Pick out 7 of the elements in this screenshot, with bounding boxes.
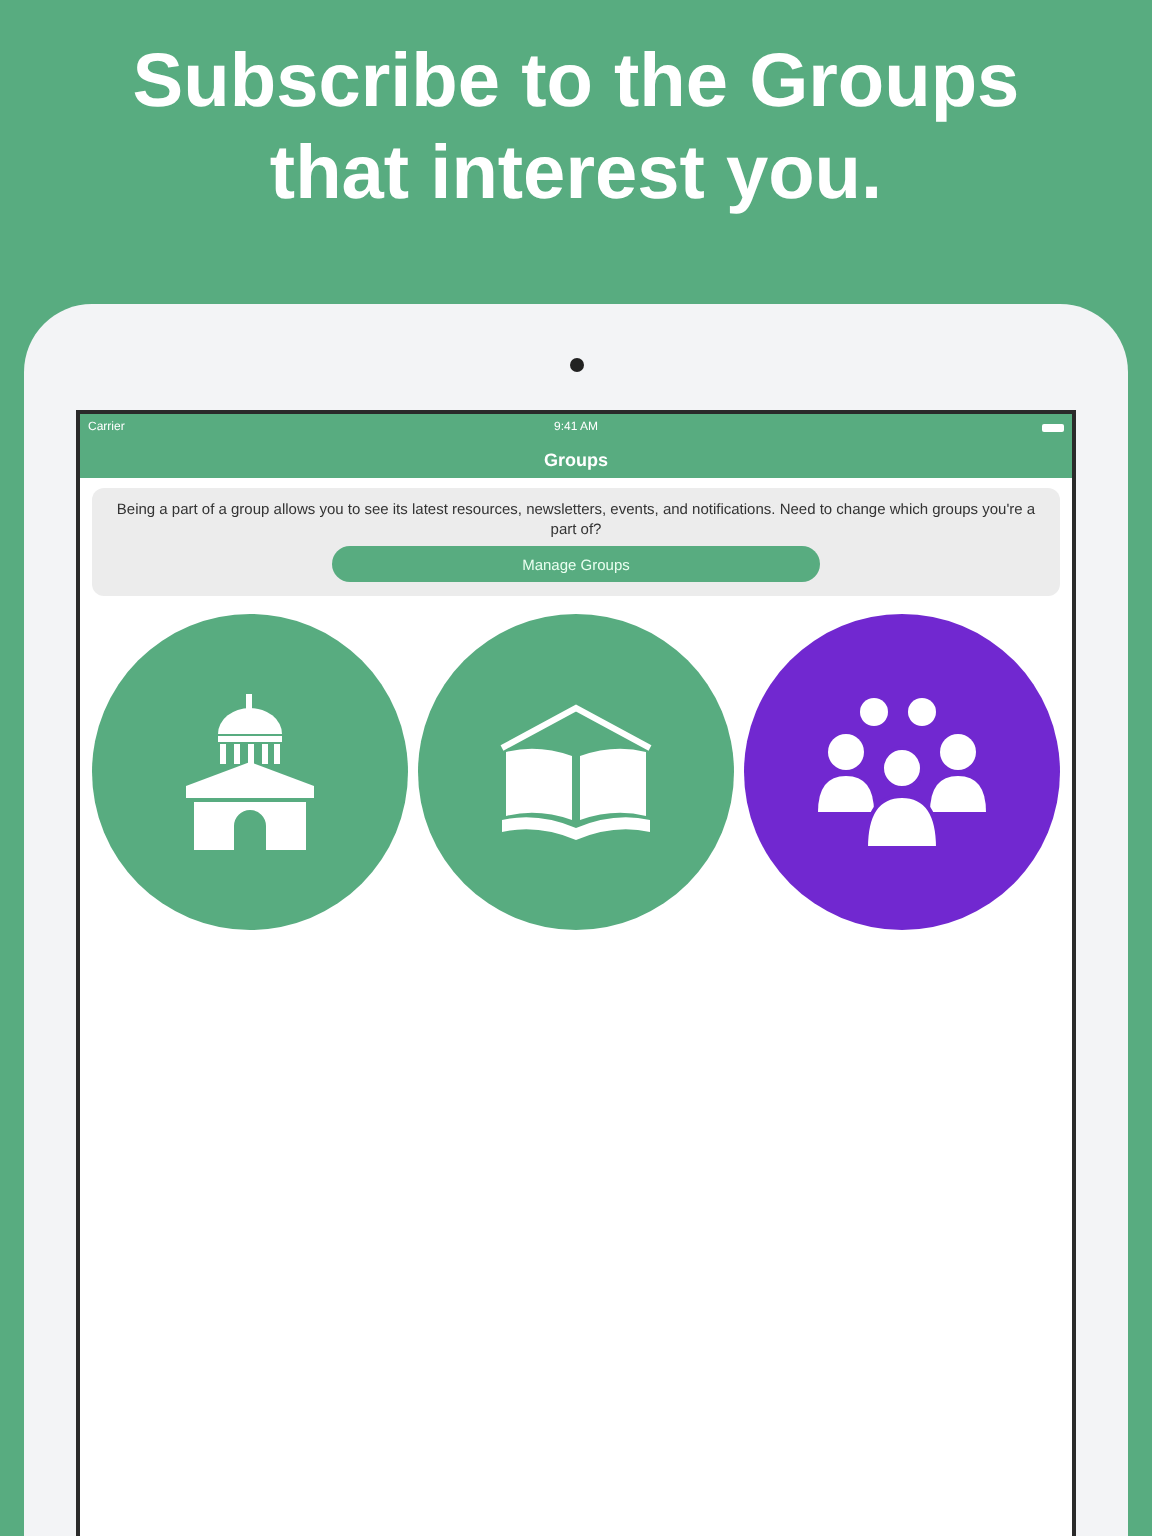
- camera-dot: [569, 358, 583, 372]
- battery-icon: [1042, 423, 1065, 431]
- headline: Subscribe to the Groups that interest you.: [130, 38, 1022, 220]
- people-icon: [818, 696, 986, 848]
- book-icon: [498, 704, 654, 840]
- nav-title: Groups: [543, 449, 608, 469]
- building-icon: [186, 694, 314, 850]
